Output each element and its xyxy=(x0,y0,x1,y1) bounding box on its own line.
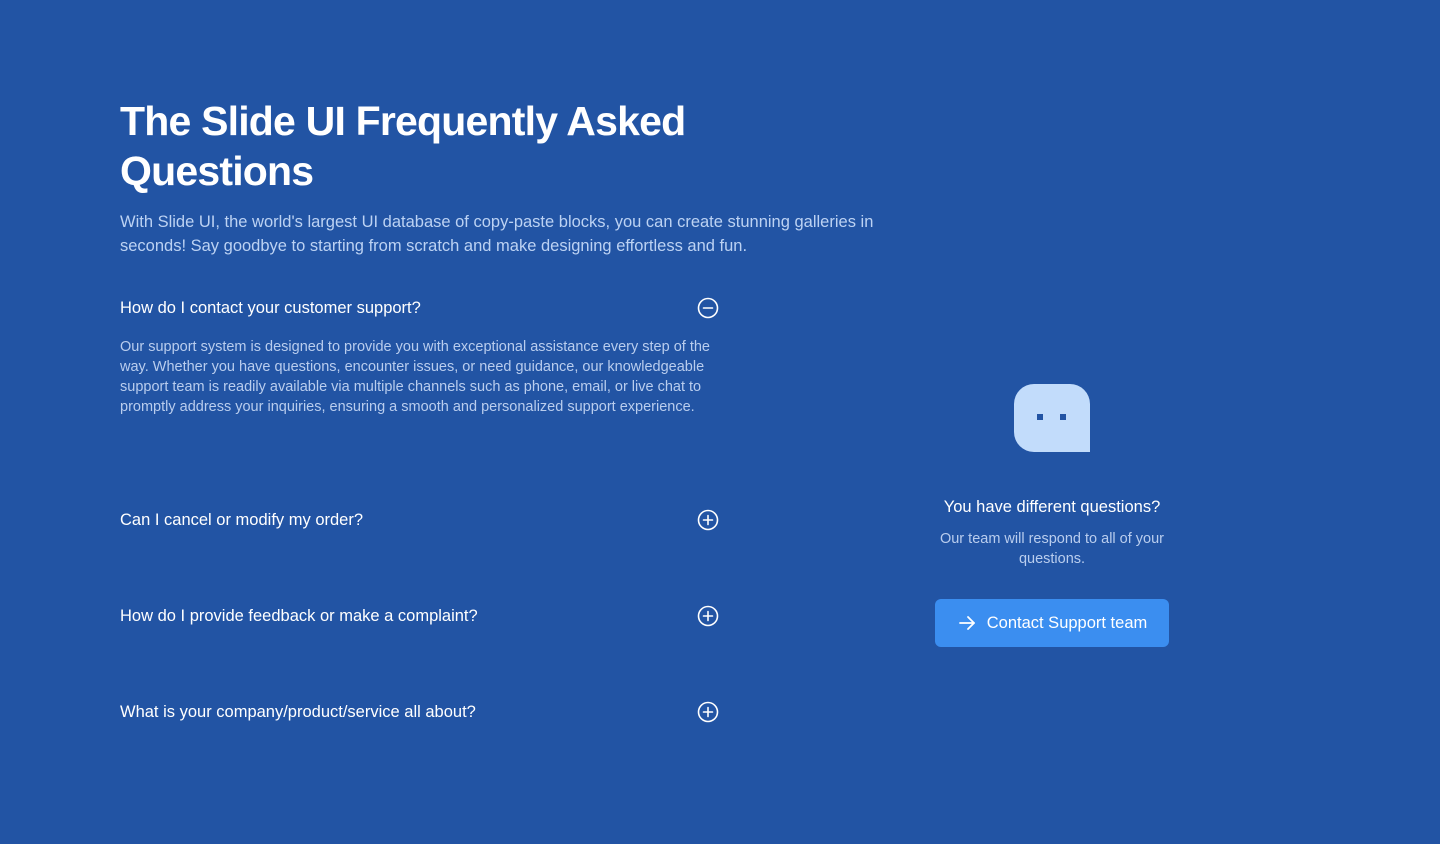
faq-question-toggle[interactable]: Can I cancel or modify my order? xyxy=(120,504,720,536)
plus-circle-icon[interactable] xyxy=(697,509,719,531)
faq-answer: Our support system is designed to provid… xyxy=(120,339,710,415)
support-title: You have different questions? xyxy=(943,498,1161,516)
minus-circle-icon[interactable] xyxy=(697,297,719,319)
faq-list: How do I contact your customer support? … xyxy=(120,292,720,736)
plus-circle-icon[interactable] xyxy=(697,701,719,723)
hero-section: The Slide UI Frequently Asked Questions … xyxy=(120,96,880,258)
faq-question-toggle[interactable]: How do I provide feedback or make a comp… xyxy=(120,600,720,632)
faq-question: How do I contact your customer support? xyxy=(120,299,421,317)
support-subtitle: Our team will respond to all of your que… xyxy=(939,531,1165,567)
faq-item: What is your company/product/service all… xyxy=(120,696,720,736)
faq-question: Can I cancel or modify my order? xyxy=(120,511,364,529)
faq-question: What is your company/product/service all… xyxy=(120,703,476,721)
faq-item: How do I provide feedback or make a comp… xyxy=(120,600,720,696)
faq-page: The Slide UI Frequently Asked Questions … xyxy=(0,0,1440,844)
faq-item: How do I contact your customer support? … xyxy=(120,292,720,504)
faq-item: Can I cancel or modify my order? xyxy=(120,504,720,600)
page-subtitle: With Slide UI, the world's largest UI da… xyxy=(120,213,874,255)
chat-bubble-icon xyxy=(1014,384,1090,452)
support-panel: You have different questions? Our team w… xyxy=(912,384,1192,647)
page-title: The Slide UI Frequently Asked Questions xyxy=(120,98,686,194)
faq-question-toggle[interactable]: What is your company/product/service all… xyxy=(120,696,720,728)
contact-support-label: Contact Support team xyxy=(986,613,1148,632)
contact-support-button[interactable]: Contact Support team xyxy=(935,599,1169,647)
plus-circle-icon[interactable] xyxy=(697,605,719,627)
arrow-right-icon xyxy=(958,616,975,630)
faq-question-toggle[interactable]: How do I contact your customer support? xyxy=(120,292,720,324)
faq-question: How do I provide feedback or make a comp… xyxy=(120,607,478,625)
